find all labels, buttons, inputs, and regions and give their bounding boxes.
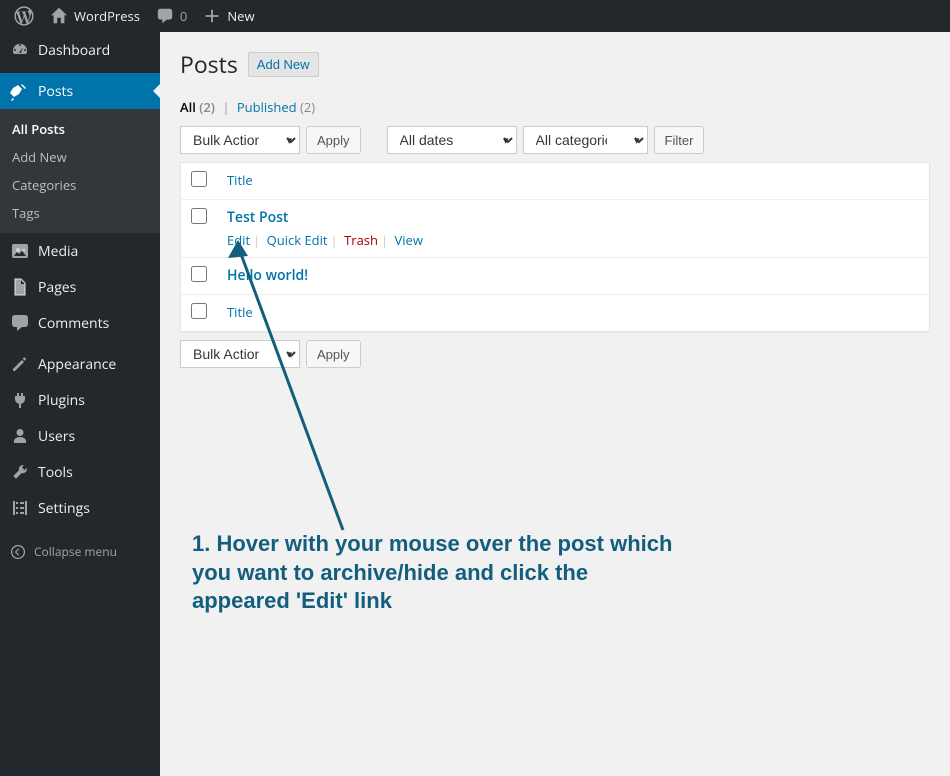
pin-icon [10,81,30,101]
menu-comments[interactable]: Comments [0,305,160,341]
content-area: Posts Add New All (2) | Published (2) Bu… [160,32,950,776]
column-title-header[interactable]: Title [217,163,930,200]
category-filter-select[interactable]: All categories [523,126,648,154]
wp-logo-menu[interactable] [6,0,42,32]
post-status-filters: All (2) | Published (2) [180,98,930,116]
users-icon [10,426,30,446]
new-content-label: New [227,7,254,25]
subitem-add-new[interactable]: Add New [0,143,160,171]
plus-icon [203,7,221,25]
post-title-link[interactable]: Test Post [227,208,288,227]
select-all-checkbox-top[interactable] [191,171,207,187]
filter-button[interactable]: Filter [654,126,705,154]
bulk-actions-select[interactable]: Bulk Actions [180,126,300,154]
quick-edit-link[interactable]: Quick Edit [267,231,328,249]
comments-icon [10,313,30,333]
row-actions: Edit| Quick Edit| Trash| View [227,231,919,249]
page-heading: Posts Add New [180,48,930,80]
post-title-link[interactable]: Hello world! [227,266,308,285]
trash-link[interactable]: Trash [344,231,378,249]
tablenav-bottom: Bulk Actions Apply [180,340,930,368]
site-name-link[interactable]: WordPress [42,0,148,32]
select-all-checkbox-bottom[interactable] [191,303,207,319]
date-filter-select[interactable]: All dates [387,126,517,154]
table-row: Hello world! [181,258,930,295]
admin-bar: WordPress 0 New [0,0,950,32]
page-title: Posts [180,48,238,80]
site-name-label: WordPress [74,7,140,25]
dashboard-icon [10,40,30,60]
submenu-posts: All Posts Add New Categories Tags [0,109,160,233]
row-checkbox[interactable] [191,266,207,282]
collapse-menu-button[interactable]: Collapse menu [0,535,160,568]
view-link[interactable]: View [395,231,423,249]
menu-users[interactable]: Users [0,418,160,454]
apply-button-top[interactable]: Apply [306,126,361,154]
column-title-footer[interactable]: Title [217,295,930,332]
menu-posts[interactable]: Posts [0,73,160,109]
posts-table: Title Test Post Edit| Quick Edit| Trash|… [180,162,930,332]
comments-count: 0 [180,7,187,25]
plugins-icon [10,390,30,410]
menu-pages[interactable]: Pages [0,269,160,305]
tablenav-top: Bulk Actions Apply All dates All categor… [180,126,930,154]
admin-sidebar: Dashboard Posts All Posts Add New Catego… [0,32,160,776]
appearance-icon [10,354,30,374]
menu-tools[interactable]: Tools [0,454,160,490]
settings-icon [10,498,30,518]
table-row: Test Post Edit| Quick Edit| Trash| View [181,200,930,258]
comments-link[interactable]: 0 [148,0,195,32]
apply-button-bottom[interactable]: Apply [306,340,361,368]
menu-settings[interactable]: Settings [0,490,160,526]
wordpress-icon [14,6,34,26]
annotation-text: 1. Hover with your mouse over the post w… [192,530,692,616]
subitem-tags[interactable]: Tags [0,199,160,227]
collapse-icon [10,544,26,560]
new-content-link[interactable]: New [195,0,262,32]
filter-all[interactable]: All (2) [180,98,215,116]
subitem-categories[interactable]: Categories [0,171,160,199]
subitem-all-posts[interactable]: All Posts [0,115,160,143]
menu-appearance[interactable]: Appearance [0,346,160,382]
comment-icon [156,7,174,25]
home-icon [50,7,68,25]
pages-icon [10,277,30,297]
select-all-header [181,163,218,200]
row-checkbox[interactable] [191,208,207,224]
edit-link[interactable]: Edit [227,231,250,249]
tools-icon [10,462,30,482]
media-icon [10,241,30,261]
menu-plugins[interactable]: Plugins [0,382,160,418]
filter-published[interactable]: Published (2) [237,98,315,116]
menu-dashboard[interactable]: Dashboard [0,32,160,68]
bulk-actions-select-bottom[interactable]: Bulk Actions [180,340,300,368]
menu-media[interactable]: Media [0,233,160,269]
add-new-button[interactable]: Add New [248,52,319,77]
